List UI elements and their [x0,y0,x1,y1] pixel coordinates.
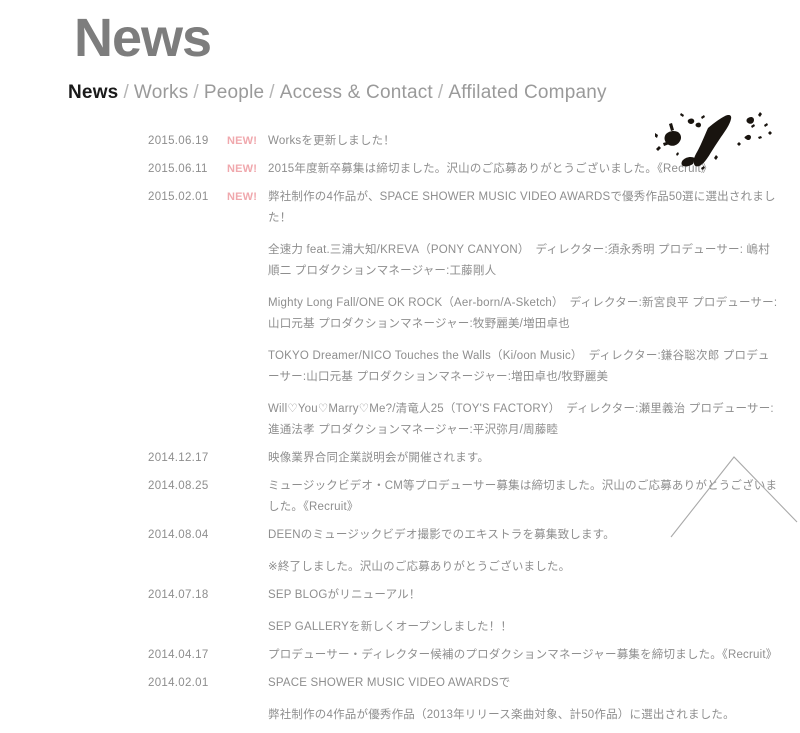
news-headline: 弊社制作の4作品が、SPACE SHOWER MUSIC VIDEO AWARD… [268,191,776,224]
news-headline: プロデューサー・ディレクター候補のプロダクションマネージャー募集を締切ました。《… [268,649,778,661]
news-date: 2014.07.18 [148,589,209,601]
news-date: 2014.12.17 [148,452,209,464]
news-date: 2015.06.19 [148,135,209,147]
news-row: 2014.04.17NEW!プロデューサー・ディレクター候補のプロダクションマネ… [0,645,800,666]
news-detail-line: TOKYO Dreamer/NICO Touches the Walls（Ki/… [268,350,770,383]
new-badge: NEW! [227,163,258,175]
news-date: 2014.04.17 [148,649,209,661]
news-headline: DEENのミュージックビデオ撮影でのエキストラを募集致します。 [268,529,615,541]
news-body: 2015年度新卒募集は締切ました。沢山のご応募ありがとうございました。《Recr… [268,159,780,180]
news-subline: ※終了しました。沢山のご応募ありがとうございました。 [268,561,571,573]
news-date: 2014.02.01 [148,677,209,689]
news-row: 2014.08.25NEW!ミュージックビデオ・CM等プロデューサー募集は締切ま… [0,476,800,518]
news-date: 2015.06.11 [148,163,208,175]
news-headline: 映像業界合同企業説明会が開催されます。 [268,452,490,464]
page-title: News [74,8,212,68]
news-subline: 弊社制作の4作品が優秀作品（2013年リリース楽曲対象、計50作品）に選出されま… [268,709,735,721]
nav-item-access-contact[interactable]: Access & Contact [280,80,433,106]
news-row: 2014.08.04NEW!DEENのミュージックビデオ撮影でのエキストラを募集… [0,525,800,578]
news-headline: SPACE SHOWER MUSIC VIDEO AWARDSで [268,677,511,689]
news-body: 弊社制作の4作品が、SPACE SHOWER MUSIC VIDEO AWARD… [268,187,780,441]
new-badge: NEW! [227,135,258,147]
new-badge: NEW! [227,191,258,203]
news-list: 2015.06.19 NEW! Worksを更新しました！ 2015.06.11 NEW… [0,131,800,733]
news-date: 2014.08.25 [148,480,209,492]
nav-separator: / [123,82,129,103]
news-row: 2015.06.19 NEW! Worksを更新しました！ [0,131,800,152]
news-row: 2014.12.17NEW!映像業界合同企業説明会が開催されます。 [0,448,800,469]
nav-item-works[interactable]: Works [134,80,188,106]
nav-item-people[interactable]: People [204,80,264,106]
news-headline: 2015年度新卒募集は締切ました。沢山のご応募ありがとうございました。《Recr… [268,163,713,175]
news-detail-line: 全速力 feat.三浦大知/KREVA（PONY CANYON） ディレクター:… [268,244,770,277]
news-row: 2015.06.11 NEW! 2015年度新卒募集は締切ました。沢山のご応募ありが… [0,159,800,180]
nav-item-affilated-company[interactable]: Affilated Company [448,80,606,106]
news-body: 映像業界合同企業説明会が開催されます。 [268,448,780,469]
news-body: Worksを更新しました！ [268,131,780,152]
news-detail-line: Mighty Long Fall/ONE OK ROCK（Aer-born/A-… [268,297,778,330]
news-body: SEP BLOGがリニューアル！ SEP GALLERYを新しくオープンしました！… [268,585,780,638]
news-subline: SEP GALLERYを新しくオープンしました！！ [268,621,513,633]
nav-item-news[interactable]: News [68,80,118,106]
news-body: DEENのミュージックビデオ撮影でのエキストラを募集致します。 ※終了しました。沢… [268,525,780,578]
nav-separator: / [437,82,444,103]
news-row: 2015.02.01 NEW! 弊社制作の4作品が、SPACE SHOWER MUS… [0,187,800,441]
nav-separator: / [269,82,275,103]
news-row: 2014.07.18NEW!SEP BLOGがリニューアル！SEP GALLER… [0,585,800,638]
news-date: 2015.02.01 [148,191,209,203]
news-body: プロデューサー・ディレクター候補のプロダクションマネージャー募集を締切ました。《… [268,645,780,666]
news-body: ミュージックビデオ・CM等プロデューサー募集は締切ました。沢山のご応募ありがとう… [268,476,780,518]
news-headline: ミュージックビデオ・CM等プロデューサー募集は締切ました。沢山のご応募ありがとう… [268,480,778,513]
news-body: SPACE SHOWER MUSIC VIDEO AWARDSで弊社制作の4作品… [268,673,780,726]
news-detail-line: Will♡You♡Marry♡Me?/清竜人25（TOY'S FACTORY） … [268,403,774,436]
news-headline: SEP BLOGがリニューアル！ [268,589,421,601]
nav-separator: / [193,82,199,103]
news-headline: Worksを更新しました！ [268,135,395,147]
news-row: 2014.02.01NEW!SPACE SHOWER MUSIC VIDEO A… [0,673,800,726]
news-date: 2014.08.04 [148,529,209,541]
main-navigation: News / Works / People / Access & Contact / Affil… [68,80,607,106]
